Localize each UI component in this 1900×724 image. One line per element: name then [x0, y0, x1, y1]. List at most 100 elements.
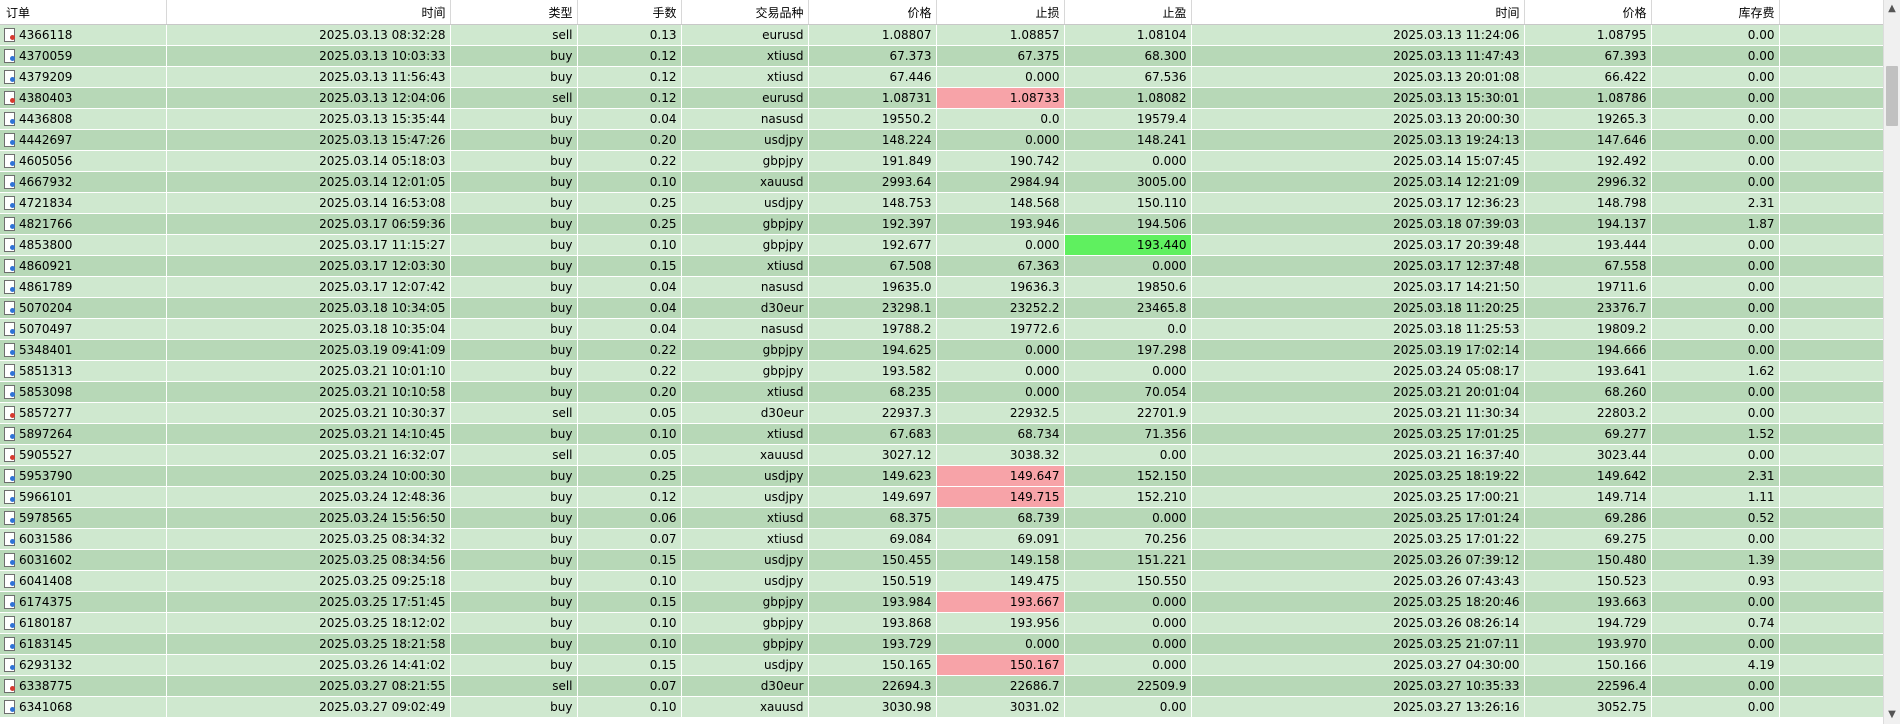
table-row[interactable]: 4442697 2025.03.13 15:47:26 buy 0.20 usdjpy 1…	[0, 129, 1883, 151]
cell-stop-loss: 190.742	[936, 150, 1065, 172]
table-row[interactable]: 6031602 2025.03.25 08:34:56 buy 0.15 usdjpy 1…	[0, 549, 1883, 571]
cell-profit: 57.18	[1779, 612, 1883, 634]
cell-swap: 0.00	[1651, 675, 1780, 697]
table-row[interactable]: 4821766 2025.03.17 06:59:36 buy 0.25 gbpjpy 1…	[0, 213, 1883, 235]
cell-profit: 54.66	[1779, 507, 1883, 529]
cell-symbol: usdjpy	[681, 192, 809, 214]
vertical-scrollbar[interactable]: ▲ ▼	[1883, 0, 1900, 724]
table-row[interactable]: 6180187 2025.03.25 18:12:02 buy 0.10 gbpjpy 1…	[0, 612, 1883, 634]
table-row[interactable]: 6341068 2025.03.27 09:02:49 buy 0.10 xauusd 3…	[0, 696, 1883, 718]
cell-close-time: 2025.03.21 20:01:04	[1191, 381, 1525, 403]
cell-close-price: 2996.32	[1524, 171, 1652, 193]
column-header-stop-loss[interactable]: 止损	[936, 0, 1065, 25]
cell-volume: 0.12	[577, 66, 682, 88]
table-row[interactable]: 5070204 2025.03.18 10:34:05 buy 0.04 d30eur 2…	[0, 297, 1883, 319]
table-row[interactable]: 4605056 2025.03.14 05:18:03 buy 0.22 gbpjpy 1…	[0, 150, 1883, 172]
cell-profit: 34.43	[1779, 297, 1883, 319]
table-row[interactable]: 5905527 2025.03.21 16:32:07 sell 0.05 xauusd…	[0, 444, 1883, 466]
cell-close-time: 2025.03.13 20:00:30	[1191, 108, 1525, 130]
cell-profit: 51.50	[1779, 234, 1883, 256]
buy-order-icon	[4, 175, 15, 189]
cell-order-type: buy	[450, 129, 578, 151]
buy-order-icon	[4, 364, 15, 378]
cell-close-time: 2025.03.21 11:30:34	[1191, 402, 1525, 424]
cell-open-price: 192.677	[808, 234, 937, 256]
column-header-close-time[interactable]: 时间	[1191, 0, 1525, 25]
cell-order-type: buy	[450, 45, 578, 67]
cell-order-id: 4370059	[0, 45, 167, 67]
order-id-text: 5905527	[19, 448, 73, 462]
cell-order-type: buy	[450, 633, 578, 655]
sell-order-icon	[4, 448, 15, 462]
column-header-swap[interactable]: 库存费	[1651, 0, 1780, 25]
cell-open-price: 3030.98	[808, 696, 937, 718]
buy-order-icon	[4, 700, 15, 714]
cell-close-price: 149.642	[1524, 465, 1652, 487]
cell-order-id: 4436808	[0, 108, 167, 130]
cell-swap: 1.11	[1651, 486, 1780, 508]
table-row[interactable]: 4370059 2025.03.13 10:03:33 buy 0.12 xtiusd 6…	[0, 45, 1883, 67]
table-row[interactable]: 5953790 2025.03.24 10:00:30 buy 0.25 usdjpy 1…	[0, 465, 1883, 487]
chevron-down-icon[interactable]: ▼	[1884, 706, 1900, 724]
table-body: 4366118 2025.03.13 08:32:28 sell 0.13 eurusd…	[0, 24, 1883, 718]
buy-order-icon	[4, 616, 15, 630]
table-row[interactable]: 6338775 2025.03.27 08:21:55 sell 0.07 d30eur…	[0, 675, 1883, 697]
cell-close-price: 3052.75	[1524, 696, 1652, 718]
table-row[interactable]: 4861789 2025.03.17 12:07:42 buy 0.04 nasusd 1…	[0, 276, 1883, 298]
column-header-symbol[interactable]: 交易品种	[681, 0, 809, 25]
table-row[interactable]: 5857277 2025.03.21 10:30:37 sell 0.05 d30eur…	[0, 402, 1883, 424]
column-header-profit[interactable]: 获利	[1779, 0, 1883, 25]
cell-order-id: 4821766	[0, 213, 167, 235]
table-row[interactable]: 5853098 2025.03.21 10:10:58 buy 0.20 xtiusd 6…	[0, 381, 1883, 403]
cell-symbol: xtiusd	[681, 66, 809, 88]
cell-order-id: 5897264	[0, 423, 167, 445]
column-header-take-profit[interactable]: 止盈	[1064, 0, 1192, 25]
scrollbar-thumb[interactable]	[1886, 66, 1898, 126]
column-header-order[interactable]: 订单	[0, 0, 167, 25]
table-row[interactable]: 6041408 2025.03.25 09:25:18 buy 0.10 usdjpy 1…	[0, 570, 1883, 592]
table-row[interactable]: 6293132 2025.03.26 14:41:02 buy 0.15 usdjpy 1…	[0, 654, 1883, 676]
table-row[interactable]: 4366118 2025.03.13 08:32:28 sell 0.13 eurusd…	[0, 24, 1883, 46]
table-row[interactable]: 5966101 2025.03.24 12:48:36 buy 0.12 usdjpy 1…	[0, 486, 1883, 508]
cell-close-time: 2025.03.17 20:39:48	[1191, 234, 1525, 256]
column-header-close-price[interactable]: 价格	[1524, 0, 1652, 25]
order-id-text: 4442697	[19, 133, 73, 147]
cell-order-type: buy	[450, 339, 578, 361]
cell-profit: 16.10	[1779, 633, 1883, 655]
table-row[interactable]: 4721834 2025.03.14 16:53:08 buy 0.25 usdjpy 1…	[0, 192, 1883, 214]
order-id-text: 4366118	[19, 28, 73, 42]
cell-close-price: 150.480	[1524, 549, 1652, 571]
column-header-volume[interactable]: 手数	[577, 0, 682, 25]
table-row[interactable]: 4436808 2025.03.13 15:35:44 buy 0.04 nasusd 1…	[0, 108, 1883, 130]
table-row[interactable]: 5897264 2025.03.21 14:10:45 buy 0.10 xtiusd 6…	[0, 423, 1883, 445]
cell-symbol: nasusd	[681, 276, 809, 298]
cell-order-type: buy	[450, 696, 578, 718]
table-row[interactable]: 5348401 2025.03.19 09:41:09 buy 0.22 gbpjpy 1…	[0, 339, 1883, 361]
cell-open-time: 2025.03.27 09:02:49	[166, 696, 451, 718]
sell-order-icon	[4, 679, 15, 693]
table-row[interactable]: 5978565 2025.03.24 15:56:50 buy 0.06 xtiusd 6…	[0, 507, 1883, 529]
table-row[interactable]: 4380403 2025.03.13 12:04:06 sell 0.12 eurusd…	[0, 87, 1883, 109]
column-header-open-price[interactable]: 价格	[808, 0, 937, 25]
column-header-open-time[interactable]: 时间 /	[166, 0, 451, 25]
cell-volume: 0.04	[577, 297, 682, 319]
table-row[interactable]: 6031586 2025.03.25 08:34:32 buy 0.07 xtiusd 6…	[0, 528, 1883, 550]
table-row[interactable]: 4379209 2025.03.13 11:56:43 buy 0.12 xtiusd 6…	[0, 66, 1883, 88]
table-row[interactable]: 6174375 2025.03.25 17:51:45 buy 0.15 gbpjpy 1…	[0, 591, 1883, 613]
cell-volume: 0.10	[577, 696, 682, 718]
cell-close-time: 2025.03.13 20:01:08	[1191, 66, 1525, 88]
column-header-type[interactable]: 类型	[450, 0, 578, 25]
table-row[interactable]: 4860921 2025.03.17 12:03:30 buy 0.15 xtiusd 6…	[0, 255, 1883, 277]
cell-volume: 0.22	[577, 360, 682, 382]
cell-open-price: 67.373	[808, 45, 937, 67]
table-row[interactable]: 5070497 2025.03.18 10:35:04 buy 0.04 nasusd 1…	[0, 318, 1883, 340]
cell-swap: 0.00	[1651, 633, 1780, 655]
cell-swap: 0.00	[1651, 381, 1780, 403]
table-row[interactable]: 5851313 2025.03.21 10:01:10 buy 0.22 gbpjpy 1…	[0, 360, 1883, 382]
table-row[interactable]: 4667932 2025.03.14 12:01:05 buy 0.10 xauusd 2…	[0, 171, 1883, 193]
table-row[interactable]: 6183145 2025.03.25 18:21:58 buy 0.10 gbpjpy 1…	[0, 633, 1883, 655]
cell-symbol: usdjpy	[681, 129, 809, 151]
table-row[interactable]: 4853800 2025.03.17 11:15:27 buy 0.10 gbpjpy 1…	[0, 234, 1883, 256]
chevron-up-icon[interactable]: ▲	[1884, 0, 1900, 18]
order-id-text: 6174375	[19, 595, 73, 609]
